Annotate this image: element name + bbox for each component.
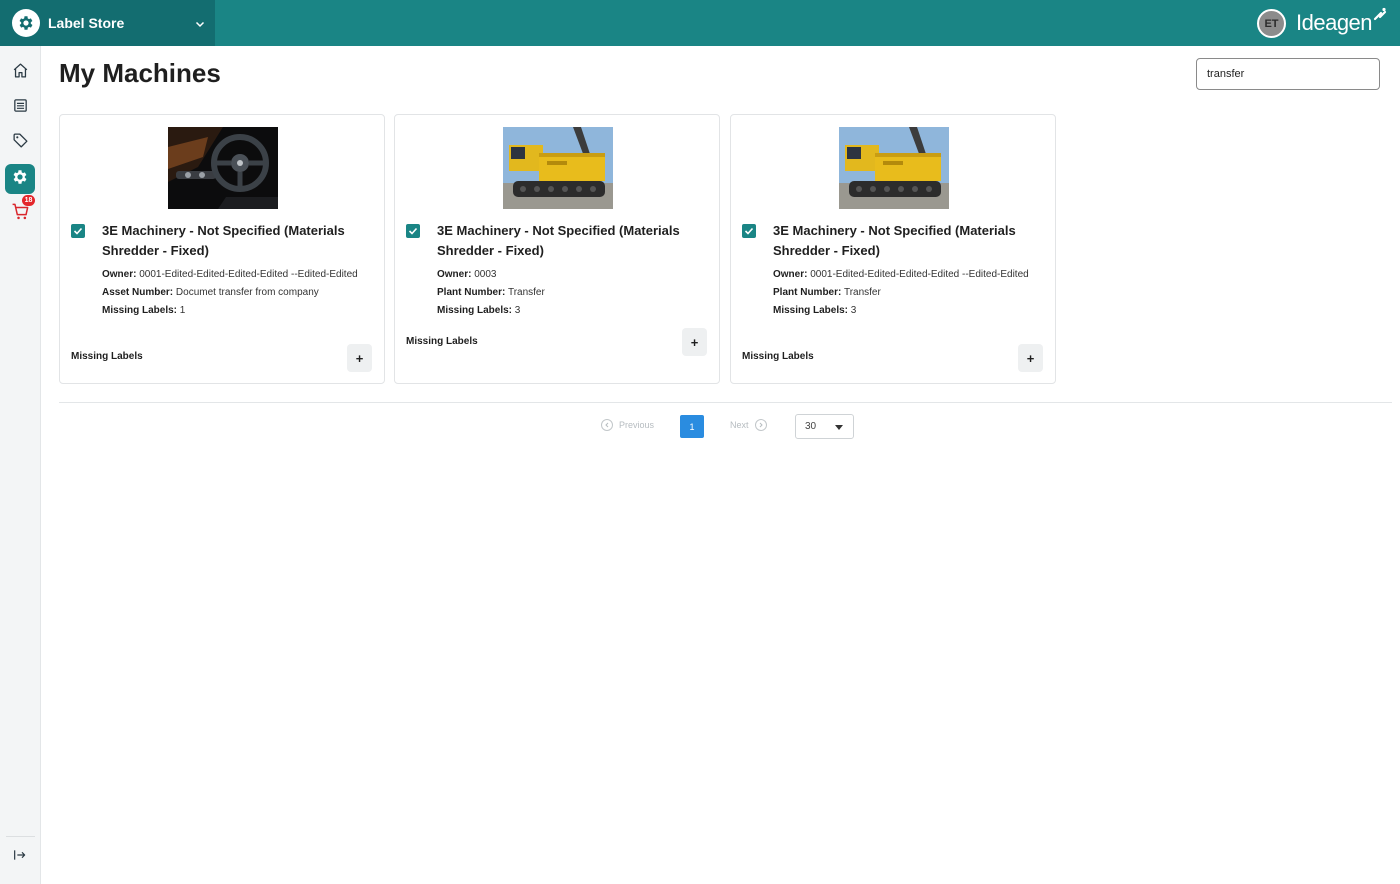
card-details: Owner: 0001-Edited-Edited-Edited-Edited … xyxy=(102,267,372,321)
cart-count-badge: 18 xyxy=(22,195,35,206)
detail-missing-labels: Missing Labels: 3 xyxy=(773,305,857,316)
app-switcher[interactable]: Label Store xyxy=(0,0,215,46)
app-title: Label Store xyxy=(48,15,125,31)
detail-missing-labels: Missing Labels: 1 xyxy=(102,305,186,316)
sidebar-divider xyxy=(6,836,35,837)
chevron-left-icon xyxy=(601,419,613,431)
add-missing-labels-button[interactable]: + xyxy=(682,328,707,356)
sidebar-item-cart[interactable]: 18 xyxy=(5,195,35,229)
card-checkbox[interactable] xyxy=(742,224,756,238)
detail-missing-labels: Missing Labels: 3 xyxy=(437,305,521,316)
page-size-value: 30 xyxy=(805,421,817,432)
sidebar-item-home[interactable] xyxy=(5,58,35,88)
pagination-next-label: Next xyxy=(730,420,749,430)
sidebar-item-machines[interactable] xyxy=(5,164,35,194)
collapse-sidebar-icon xyxy=(12,847,28,868)
card-title[interactable]: 3E Machinery - Not Specified (Materials … xyxy=(437,221,707,261)
card-checkbox[interactable] xyxy=(406,224,420,238)
brand-logo: Ideagen xyxy=(1296,10,1373,35)
brand-mark-icon xyxy=(1373,7,1387,28)
pagination-next-button[interactable]: Next xyxy=(730,419,767,431)
detail-owner: Owner: 0001-Edited-Edited-Edited-Edited … xyxy=(773,269,1029,280)
user-avatar[interactable]: ET xyxy=(1257,9,1286,38)
pagination-previous-label: Previous xyxy=(619,420,655,430)
chevron-right-icon xyxy=(754,419,767,431)
add-missing-labels-button[interactable]: + xyxy=(347,344,372,372)
top-bar: Label Store ET Ideagen xyxy=(0,0,1400,46)
card-checkbox[interactable] xyxy=(71,224,85,238)
excavator-photo xyxy=(839,127,949,209)
search-input[interactable] xyxy=(1196,58,1380,90)
machine-card[interactable]: 3E Machinery - Not Specified (Materials … xyxy=(730,114,1056,384)
chevron-down-icon xyxy=(195,16,205,34)
page-title: My Machines xyxy=(59,58,221,88)
missing-labels-heading: Missing Labels xyxy=(71,351,143,362)
app-gear-logo-icon xyxy=(12,9,40,37)
caret-down-icon xyxy=(835,425,843,430)
page-size-select[interactable]: 30 xyxy=(795,414,854,439)
content-divider xyxy=(59,402,1392,403)
machine-card[interactable]: 3E Machinery - Not Specified (Materials … xyxy=(59,114,385,384)
sidebar-item-labels[interactable] xyxy=(5,128,35,158)
detail-plant-number: Plant Number: Transfer xyxy=(437,287,545,298)
add-missing-labels-button[interactable]: + xyxy=(1018,344,1043,372)
card-title[interactable]: 3E Machinery - Not Specified (Materials … xyxy=(102,221,372,261)
car-interior-photo xyxy=(168,127,278,209)
card-title[interactable]: 3E Machinery - Not Specified (Materials … xyxy=(773,221,1043,261)
card-details: Owner: 0003 Plant Number: Transfer Missi… xyxy=(437,267,707,321)
missing-labels-heading: Missing Labels xyxy=(406,336,478,347)
tag-icon xyxy=(12,132,29,154)
home-icon xyxy=(12,62,29,84)
detail-asset-number: Asset Number: Documet transfer from comp… xyxy=(102,287,319,298)
machine-card[interactable]: 3E Machinery - Not Specified (Materials … xyxy=(394,114,720,384)
detail-owner: Owner: 0003 xyxy=(437,269,497,280)
pagination-page-1[interactable]: 1 xyxy=(680,415,704,438)
missing-labels-heading: Missing Labels xyxy=(742,351,814,362)
card-details: Owner: 0001-Edited-Edited-Edited-Edited … xyxy=(773,267,1043,321)
pagination-previous-button[interactable]: Previous xyxy=(601,419,654,431)
list-icon xyxy=(12,97,29,119)
detail-plant-number: Plant Number: Transfer xyxy=(773,287,881,298)
gear-icon xyxy=(11,168,29,191)
detail-owner: Owner: 0001-Edited-Edited-Edited-Edited … xyxy=(102,269,358,280)
excavator-photo xyxy=(503,127,613,209)
sidebar-item-list[interactable] xyxy=(5,93,35,123)
sidebar-collapse-button[interactable] xyxy=(5,842,35,872)
sidebar: 18 xyxy=(0,46,41,884)
